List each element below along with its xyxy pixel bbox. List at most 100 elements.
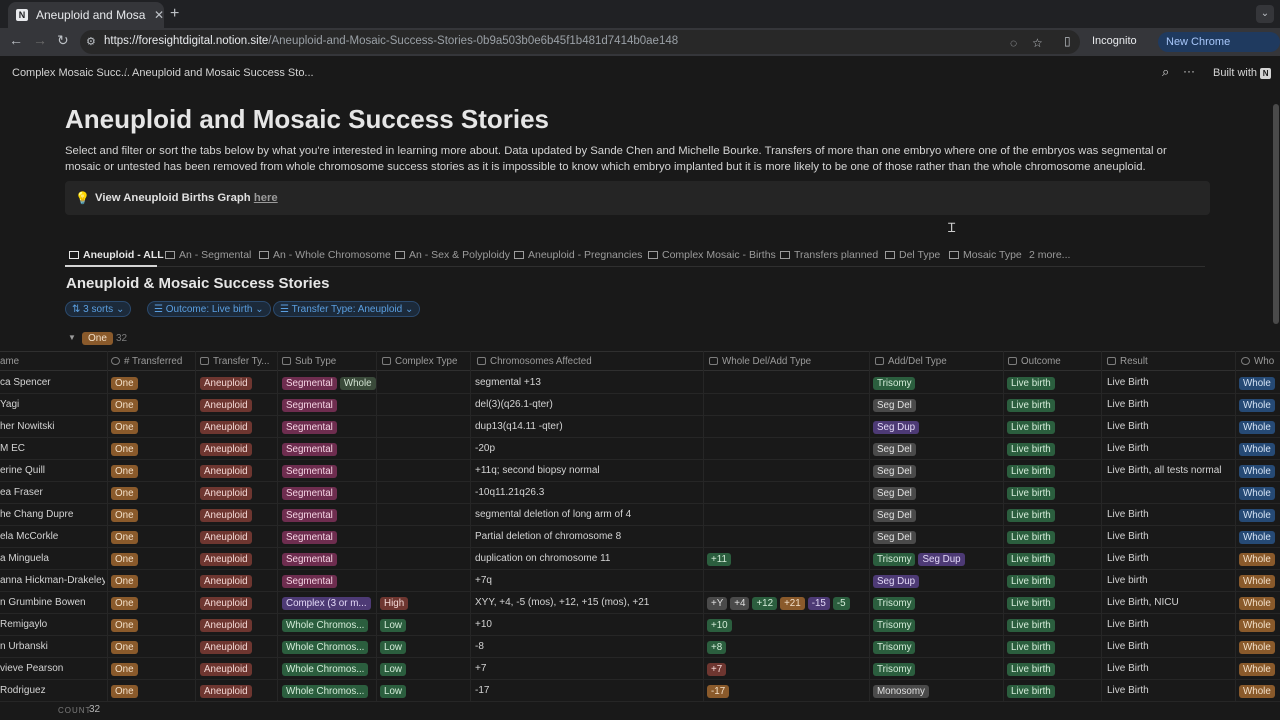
cell-name[interactable]: anna Hickman-Drakeley (0, 575, 105, 586)
cell-add-del-type[interactable]: Seg Del (873, 443, 919, 456)
cell-name[interactable]: ea Fraser (0, 487, 105, 498)
cell-add-del-type[interactable]: Seg Del (873, 399, 919, 412)
table-row[interactable]: Remigaylo One Aneuploid Whole Chromos... Low… (0, 614, 1280, 636)
search-icon[interactable]: ⌕ (1162, 64, 1169, 80)
table-row[interactable]: ela McCorkle One Aneuploid Segmental Partial… (0, 526, 1280, 548)
cell-add-del-type[interactable]: Trisomy (873, 663, 918, 676)
cell-whole[interactable]: Whole (1239, 575, 1278, 588)
cell-transferred[interactable]: One (111, 487, 141, 500)
cell-name[interactable]: M EC (0, 443, 105, 454)
column-complex-type[interactable]: Complex Type (382, 356, 457, 367)
cell-sub-type[interactable]: Whole Chromos... (282, 619, 377, 632)
new-tab-button[interactable]: + (170, 5, 179, 23)
cell-chromosomes[interactable]: del(3)(q26.1-qter) (475, 399, 700, 410)
cell-whole-del-add[interactable]: +11 (707, 553, 867, 566)
table-row[interactable]: anna Hickman-Drakeley One Aneuploid Segment… (0, 570, 1280, 592)
tab-mosaic-type[interactable]: Mosaic Type (949, 249, 1022, 261)
more-options-icon[interactable]: ··· (1183, 64, 1195, 78)
cell-transferred[interactable]: One (111, 465, 141, 478)
cell-whole[interactable]: Whole (1239, 685, 1278, 698)
cell-complex-type[interactable]: Low (380, 685, 409, 698)
cell-outcome[interactable]: Live birth (1007, 509, 1058, 522)
cell-whole[interactable]: Whole (1239, 399, 1278, 412)
cell-name[interactable]: ela McCorkle (0, 531, 105, 542)
cell-chromosomes[interactable]: segmental +13 (475, 377, 700, 388)
cell-transferred[interactable]: One (111, 575, 141, 588)
cell-complex-type[interactable]: Low (380, 619, 409, 632)
cell-transferred[interactable]: One (111, 685, 141, 698)
built-with-notion-link[interactable]: Built with N (1213, 67, 1272, 79)
column-chromosomes-affected[interactable]: Chromosomes Affected (477, 356, 592, 367)
column-outcome[interactable]: Outcome (1008, 356, 1061, 367)
table-row[interactable]: n Grumbine Bowen One Aneuploid Complex (3 o… (0, 592, 1280, 614)
cell-transfer-type[interactable]: Aneuploid (200, 421, 255, 434)
cell-transferred[interactable]: One (111, 619, 141, 632)
cell-transfer-type[interactable]: Aneuploid (200, 641, 255, 654)
cell-result[interactable]: Live Birth (1107, 531, 1149, 542)
tab-an-segmental[interactable]: An - Segmental (165, 249, 251, 261)
cell-name[interactable]: erine Quill (0, 465, 105, 476)
cell-add-del-type[interactable]: Trisomy (873, 619, 918, 632)
cell-outcome[interactable]: Live birth (1007, 575, 1058, 588)
side-panel-icon[interactable]: ▯ (1064, 34, 1071, 48)
incognito-indicator[interactable]: Incognito (1092, 35, 1137, 47)
tab-complex-mosaic-births[interactable]: Complex Mosaic - Births (648, 249, 776, 261)
cell-sub-type[interactable]: Segmental (282, 575, 377, 588)
cell-name[interactable]: Rodriguez (0, 685, 105, 696)
cell-chromosomes[interactable]: segmental deletion of long arm of 4 (475, 509, 700, 520)
cell-result[interactable]: Live Birth (1107, 685, 1149, 696)
cell-add-del-type[interactable]: Seg Del (873, 509, 919, 522)
cell-add-del-type[interactable]: Seg Del (873, 531, 919, 544)
cell-whole[interactable]: Whole (1239, 377, 1278, 390)
cell-transferred[interactable]: One (111, 641, 141, 654)
cell-name[interactable]: Yagi (0, 399, 105, 410)
cell-complex-type[interactable]: Low (380, 663, 409, 676)
table-row[interactable]: he Chang Dupre One Aneuploid Segmental segme… (0, 504, 1280, 526)
column-whole-del-add-type[interactable]: Whole Del/Add Type (709, 356, 811, 367)
table-row[interactable]: Rodriguez One Aneuploid Whole Chromos... Low… (0, 680, 1280, 702)
cell-whole[interactable]: Whole (1239, 443, 1278, 456)
cell-add-del-type[interactable]: Seg Dup (873, 575, 922, 588)
bookmark-star-icon[interactable]: ☆ (1032, 36, 1043, 50)
table-row[interactable]: vieve Pearson One Aneuploid Whole Chromos..… (0, 658, 1280, 680)
tab-del-type[interactable]: Del Type (885, 249, 940, 261)
cell-name[interactable]: ca Spencer (0, 377, 105, 388)
cell-whole-del-add[interactable]: -17 (707, 685, 867, 698)
cell-whole[interactable]: Whole (1239, 553, 1278, 566)
cell-result[interactable]: Live Birth (1107, 619, 1149, 630)
cell-result[interactable]: Live Birth (1107, 399, 1149, 410)
table-row[interactable]: her Nowitski One Aneuploid Segmental dup13(q… (0, 416, 1280, 438)
cell-name[interactable]: n Urbanski (0, 641, 105, 652)
site-info-icon[interactable]: ⚙ (86, 35, 96, 48)
vertical-scrollbar[interactable] (1273, 104, 1279, 324)
cell-result[interactable]: Live birth (1107, 575, 1148, 586)
table-row[interactable]: ca Spencer One Aneuploid SegmentalWholeMixe… (0, 372, 1280, 394)
cell-add-del-type[interactable]: Seg Del (873, 465, 919, 478)
reload-icon[interactable]: ↻ (57, 32, 69, 49)
cell-sub-type[interactable]: Segmental (282, 421, 377, 434)
collapse-arrow-icon[interactable]: ▼ (68, 333, 76, 342)
cell-transferred[interactable]: One (111, 553, 141, 566)
table-row[interactable]: erine Quill One Aneuploid Segmental +11q; se… (0, 460, 1280, 482)
cell-result[interactable]: Live Birth, NICU (1107, 597, 1179, 608)
cell-whole[interactable]: Whole (1239, 487, 1278, 500)
cell-transferred[interactable]: One (111, 443, 141, 456)
breadcrumb-parent[interactable]: Complex Mosaic Succ... (12, 67, 130, 79)
cell-transferred[interactable]: One (111, 377, 141, 390)
cell-outcome[interactable]: Live birth (1007, 553, 1058, 566)
cell-transfer-type[interactable]: Aneuploid (200, 663, 255, 676)
cell-add-del-type[interactable]: Seg Dup (873, 421, 922, 434)
column-whole[interactable]: Who (1241, 356, 1274, 367)
filter-outcome[interactable]: ☰ Outcome: Live birth ⌄ (147, 301, 271, 317)
tab-close-icon[interactable]: ✕ (154, 8, 164, 22)
cell-whole[interactable]: Whole (1239, 597, 1278, 610)
cell-complex-type[interactable]: Low (380, 641, 409, 654)
cell-sub-type[interactable]: SegmentalWholeMixed (282, 377, 377, 390)
cell-outcome[interactable]: Live birth (1007, 597, 1058, 610)
cell-outcome[interactable]: Live birth (1007, 443, 1058, 456)
cell-outcome[interactable]: Live birth (1007, 641, 1058, 654)
cell-sub-type[interactable]: Segmental (282, 443, 377, 456)
column-add-del-type[interactable]: Add/Del Type (875, 356, 947, 367)
forward-icon[interactable]: → (33, 32, 47, 48)
table-row[interactable]: ea Fraser One Aneuploid Segmental -10q11.21q… (0, 482, 1280, 504)
